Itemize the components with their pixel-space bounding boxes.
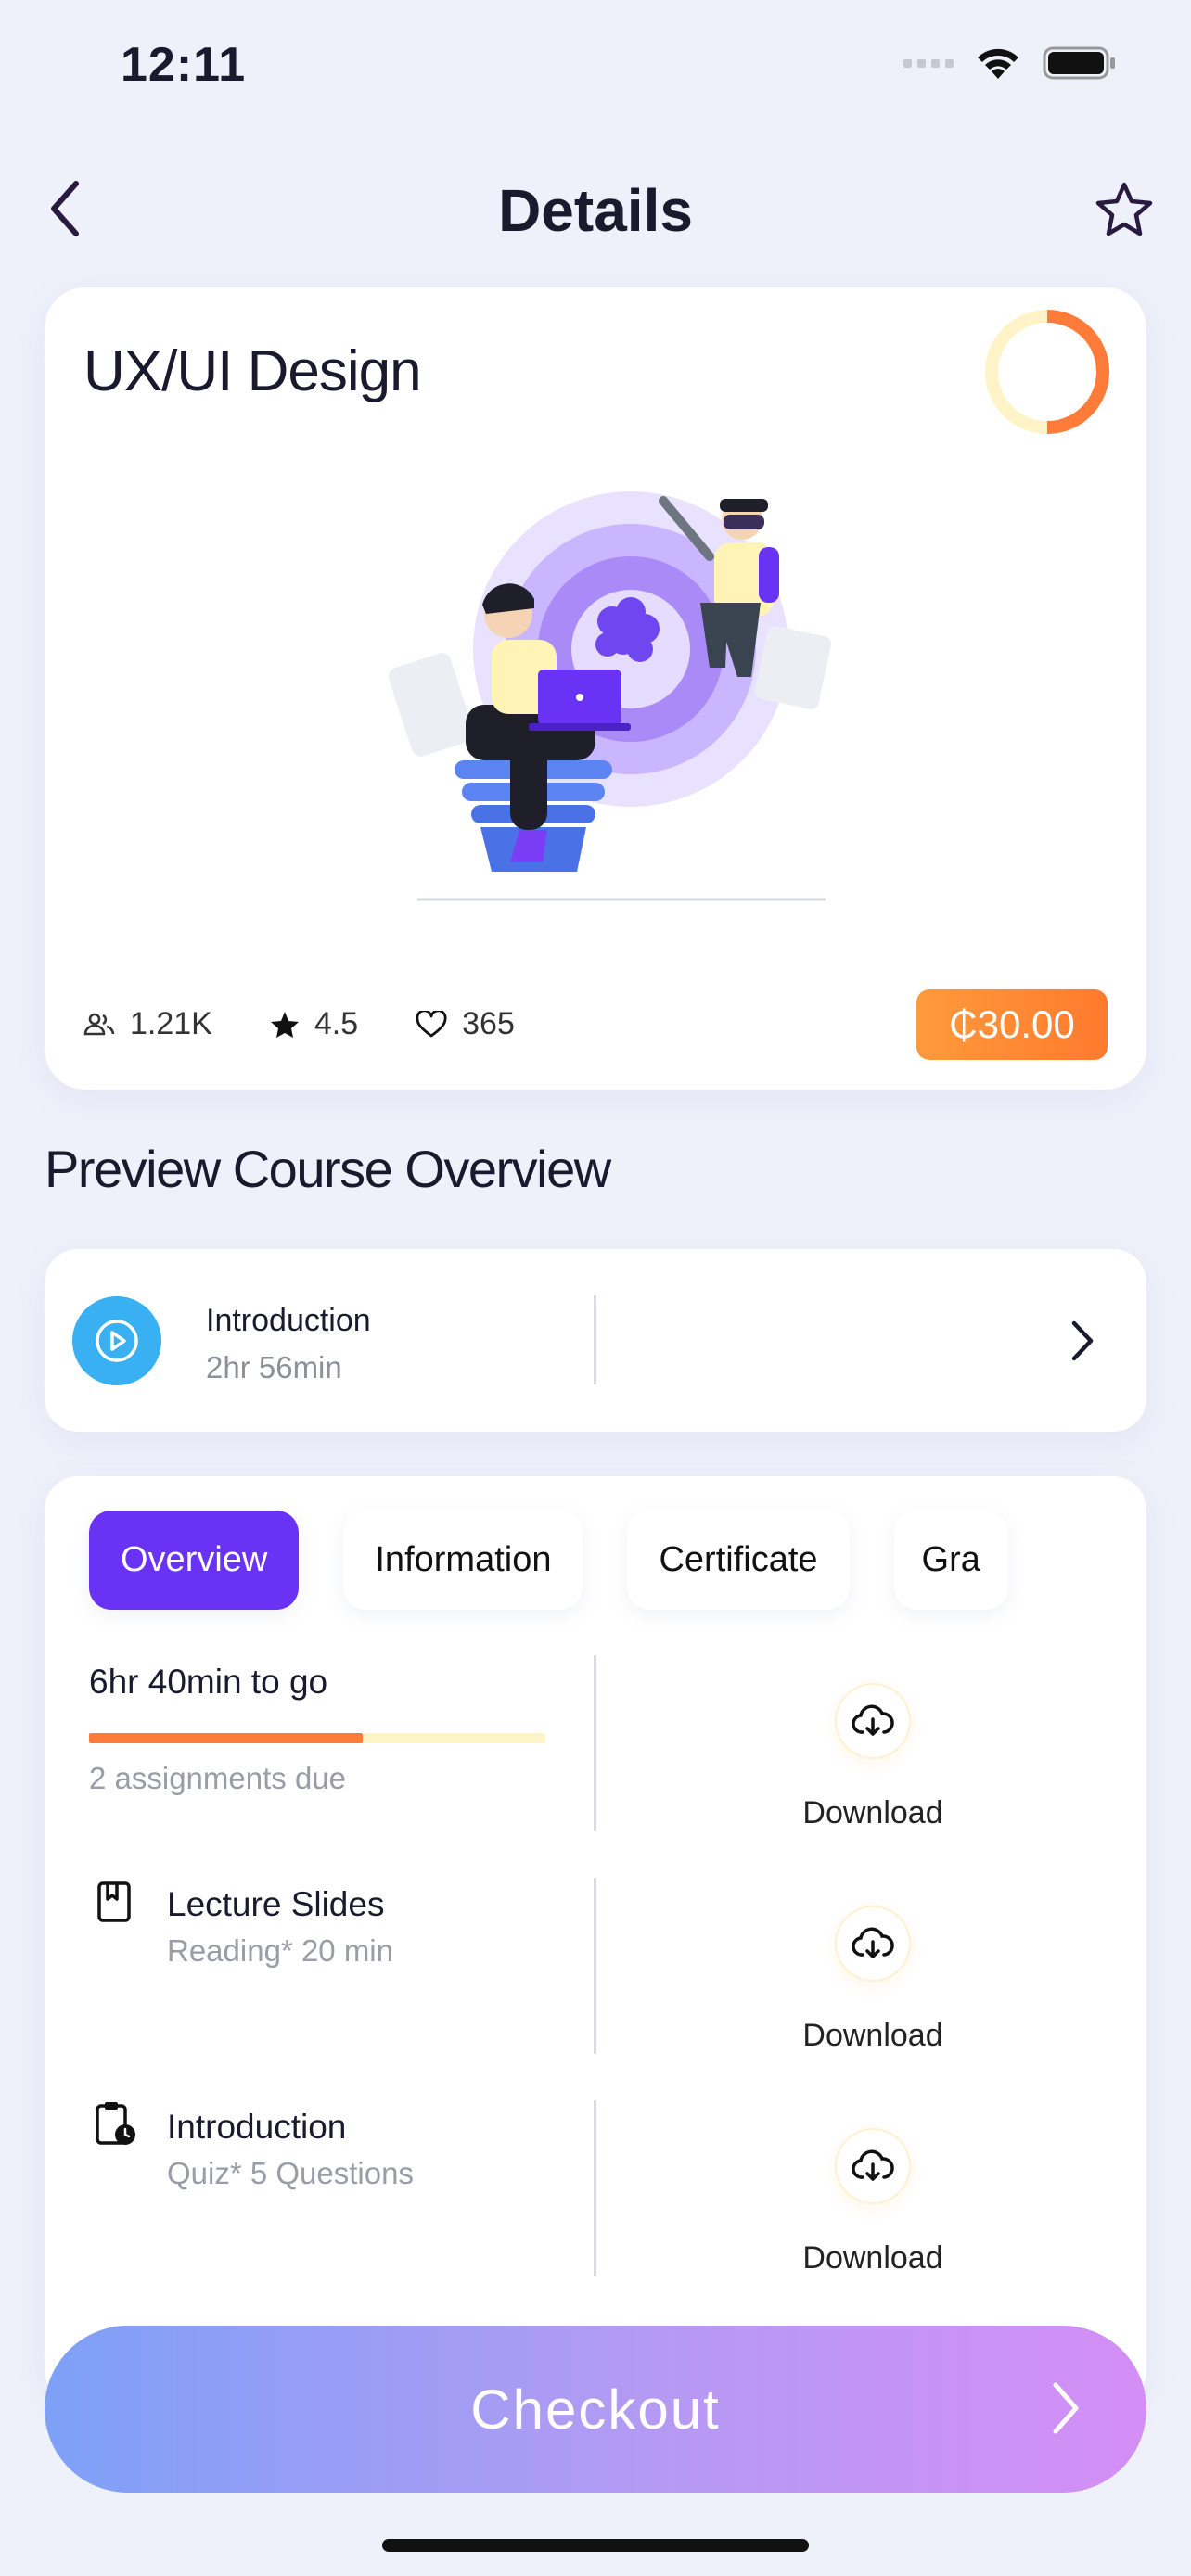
- intro-title: Introduction: [206, 1303, 371, 1338]
- divider: [594, 1655, 596, 1831]
- wifi-icon: [978, 48, 1018, 79]
- quiz-meta: Quiz* 5 Questions: [167, 2156, 414, 2190]
- divider: [594, 1878, 596, 2054]
- likes-count: 365: [462, 1006, 515, 1041]
- learners-stat: 1.21K: [83, 1006, 212, 1042]
- course-title: UX/UI Design: [83, 339, 422, 403]
- download-label: Download: [802, 2018, 943, 2053]
- cloud-download-icon: [852, 1704, 894, 1736]
- divider: [594, 2100, 596, 2276]
- clipboard-clock-icon: [96, 2102, 135, 2145]
- intro-open-button[interactable]: [1059, 1315, 1106, 1367]
- page-title: Details: [498, 177, 693, 244]
- download-button[interactable]: [835, 1683, 911, 1759]
- rating-value: 4.5: [314, 1006, 359, 1041]
- quiz-title: Introduction: [167, 2108, 347, 2146]
- favorite-button[interactable]: [1091, 176, 1158, 243]
- home-indicator: [382, 2539, 809, 2552]
- assignments-due: 2 assignments due: [89, 1761, 347, 1795]
- battery-icon: [1043, 46, 1115, 80]
- tab-overview[interactable]: Overview: [89, 1511, 300, 1610]
- time-to-go: 6hr 40min to go: [89, 1663, 328, 1701]
- tab-information[interactable]: Information: [343, 1511, 583, 1610]
- course-progress-ring: [985, 310, 1109, 434]
- tab-grades[interactable]: Gra: [893, 1511, 1008, 1610]
- course-progress-fill: [89, 1733, 364, 1743]
- learners-count: 1.21K: [130, 1006, 212, 1041]
- play-button[interactable]: [72, 1296, 161, 1385]
- tab-certificate[interactable]: Certificate: [627, 1511, 850, 1610]
- intro-duration: 2hr 56min: [206, 1350, 342, 1384]
- cloud-download-icon: [852, 2149, 894, 2181]
- course-stats: 1.21K 4.5 365: [83, 1006, 515, 1042]
- status-time: 12:11: [121, 38, 247, 92]
- chevron-left-icon: [51, 181, 79, 236]
- section-title: Preview Course Overview: [45, 1140, 611, 1198]
- star-outline-icon: [1095, 182, 1153, 236]
- download-button[interactable]: [835, 2128, 911, 2204]
- download-label: Download: [802, 1795, 943, 1830]
- lecture-slides-meta: Reading* 20 min: [167, 1933, 393, 1968]
- detail-tabs: Overview Information Certificate Gra: [89, 1511, 1008, 1610]
- course-illustration: [388, 491, 832, 901]
- play-icon: [96, 1320, 138, 1362]
- cloud-download-icon: [852, 1927, 894, 1958]
- checkout-label: Checkout: [470, 2378, 721, 2441]
- download-label: Download: [802, 2240, 943, 2276]
- cellular-signal-icon: [903, 58, 954, 68]
- checkout-button[interactable]: Checkout: [45, 2326, 1146, 2493]
- users-icon: [83, 1013, 115, 1035]
- price-badge: ₵30.00: [916, 989, 1108, 1060]
- star-filled-icon: [270, 1011, 299, 1038]
- heart-icon: [416, 1010, 447, 1037]
- download-button[interactable]: [835, 1906, 911, 1982]
- status-icons: [903, 45, 1117, 82]
- back-button[interactable]: [37, 176, 93, 241]
- chevron-right-icon: [1053, 2382, 1079, 2434]
- lecture-slides-title: Lecture Slides: [167, 1885, 385, 1923]
- rating-stat: 4.5: [270, 1006, 358, 1042]
- divider: [594, 1295, 596, 1384]
- likes-stat: 365: [416, 1006, 515, 1042]
- chevron-right-icon: [1071, 1320, 1094, 1361]
- bookmark-book-icon: [97, 1881, 131, 1922]
